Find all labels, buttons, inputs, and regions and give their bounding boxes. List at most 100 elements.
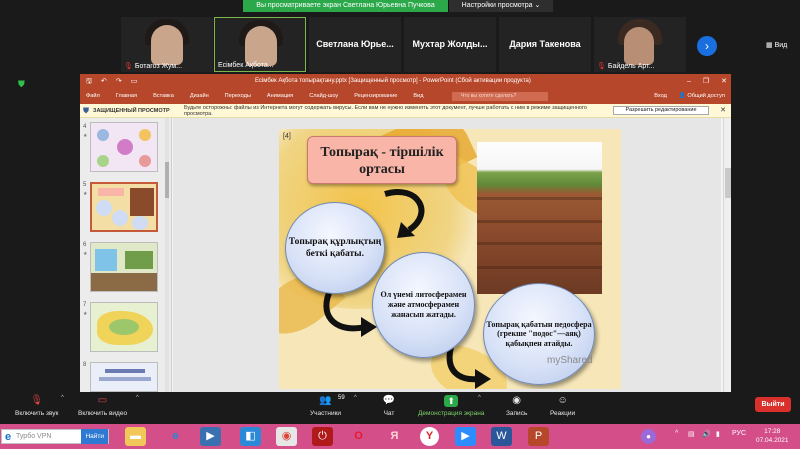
unmute-button[interactable]: 🎙 Включить звук ^ [15, 395, 64, 417]
save-icon[interactable]: 🖫 [86, 74, 92, 89]
participant-strip: 🎙 Ботагоз Жум... Есімбек Ақбота... Светла… [0, 17, 800, 73]
thumb-shape [125, 251, 153, 269]
desktop-app-icon[interactable]: ◧ [240, 427, 261, 446]
thumb-shape [117, 139, 133, 155]
share-screen-button[interactable]: ⬆ Демонстрация экрана ^ [418, 395, 484, 417]
zoom-icon[interactable]: ▶ [455, 427, 476, 446]
word-icon[interactable]: W [491, 427, 512, 446]
thumb-shape [97, 129, 109, 141]
media-player-icon[interactable]: ▶ [200, 427, 221, 446]
slide-thumb[interactable] [90, 302, 158, 352]
minimize-icon[interactable]: – [687, 74, 691, 89]
slide-thumb-selected[interactable] [90, 182, 158, 232]
slide-thumb[interactable] [90, 122, 158, 172]
scrollbar-thumb[interactable] [165, 162, 169, 198]
tab-file[interactable]: Файл [86, 89, 100, 104]
chevron-up-icon[interactable]: ^ [136, 395, 139, 401]
thumb-shape [91, 273, 157, 291]
slide-thumb[interactable] [90, 362, 158, 392]
participant-tile[interactable]: Мухтар Жолды... [404, 17, 496, 72]
thumb-shape [139, 129, 151, 141]
reactions-button[interactable]: ☺ Реакции [550, 395, 575, 417]
vpn-search-input[interactable]: Турбо VPN [14, 433, 81, 440]
participant-tile[interactable]: Дария Такенова [499, 17, 591, 72]
thumb-shape [109, 319, 139, 335]
leave-meeting-button[interactable]: Выйти [755, 397, 791, 412]
security-shield-icon[interactable]: ⛊ [18, 80, 27, 89]
curved-arrow-icon [323, 291, 377, 337]
clock[interactable]: 17:28 07.04.2021 [756, 427, 789, 445]
star-icon: ★ [83, 311, 88, 317]
undo-icon[interactable]: ↶ [101, 74, 107, 89]
next-page-arrow-icon[interactable]: › [697, 36, 717, 56]
slide-thumbnails: 4 ★ 5 ★ 6 ★ 7 ★ 8 [80, 118, 172, 392]
thumb-number: 6 [83, 242, 87, 248]
view-button[interactable]: ▦ Вид [766, 41, 787, 49]
enable-editing-button[interactable]: Разрешить редактирование [613, 106, 709, 115]
volume-icon[interactable]: 🔊 [702, 430, 711, 438]
slide[interactable]: [4] Топырақ - тіршілік ортасы Топырақ құ… [279, 129, 621, 389]
record-button[interactable]: ◉ Запись [506, 395, 527, 417]
redo-icon[interactable]: ↷ [116, 74, 122, 89]
participant-tile[interactable]: Светлана Юрье... [309, 17, 401, 72]
chevron-up-icon[interactable]: ^ [354, 395, 357, 401]
participant-tile[interactable]: Есімбек Ақбота... [214, 17, 306, 72]
share-banner: Вы просматриваете экран Светлана Юрьевна… [243, 0, 553, 12]
tab-view[interactable]: Вид [413, 89, 423, 104]
slide-canvas: [4] Топырақ - тіршілік ортасы Топырақ құ… [173, 118, 721, 392]
participants-button[interactable]: 👥 Участники 59 ^ [310, 395, 357, 417]
battery-icon[interactable]: ▮ [716, 430, 720, 438]
power-icon[interactable]: ⏻ [312, 427, 333, 446]
internet-explorer-icon[interactable]: e [165, 427, 186, 446]
thumb-shape [139, 155, 151, 167]
thumbnails-scrollbar[interactable] [165, 118, 169, 392]
soil-cliff-photo [477, 142, 602, 294]
slideshow-icon[interactable]: ▭ [131, 74, 138, 89]
tab-animation[interactable]: Анимация [267, 89, 293, 104]
protected-view-message: Будьте осторожны: файлы из Интернета мог… [184, 105, 587, 117]
turbo-vpn-search[interactable]: e Турбо VPN Найти [1, 429, 109, 444]
participant-face [624, 27, 654, 65]
chevron-up-icon[interactable]: ^ [61, 395, 64, 401]
language-indicator[interactable]: РУС [732, 430, 746, 437]
file-explorer-icon[interactable]: ▬ [125, 427, 146, 446]
tab-slideshow[interactable]: Слайд-шоу [309, 89, 338, 104]
network-icon[interactable]: ▤ [688, 430, 695, 438]
chrome-icon[interactable]: ◉ [276, 427, 297, 446]
yandex-browser-icon[interactable]: Y [420, 427, 439, 446]
tab-transitions[interactable]: Переходы [225, 89, 251, 104]
tab-home[interactable]: Главная [116, 89, 137, 104]
assistant-icon[interactable]: ● [641, 429, 656, 444]
chevron-up-icon[interactable]: ^ [478, 395, 481, 401]
sign-in-link[interactable]: Вход [654, 89, 667, 104]
participant-face [245, 26, 277, 66]
yandex-icon[interactable]: Я [384, 427, 405, 446]
vpn-find-button[interactable]: Найти [81, 429, 108, 444]
thumb-shape [99, 377, 151, 381]
tab-insert[interactable]: Вставка [153, 89, 174, 104]
close-icon[interactable]: ✕ [721, 74, 727, 89]
tab-review[interactable]: Рецензирование [354, 89, 397, 104]
opera-icon[interactable]: O [348, 427, 369, 446]
thumb-shape [130, 188, 154, 216]
share-button[interactable]: 👤 Общий доступ [679, 89, 725, 104]
participant-tile[interactable]: 🎙 Байдель Арт... [594, 17, 686, 72]
view-options-button[interactable]: Настройки просмотра ⌄ [448, 0, 553, 12]
soil-layer [477, 242, 602, 245]
close-icon[interactable]: ✕ [720, 106, 726, 115]
slide-thumb[interactable] [90, 242, 158, 292]
scrollbar-thumb[interactable] [725, 168, 731, 198]
tell-me-input[interactable]: Что вы хотите сделать? [452, 92, 548, 101]
tray-chevron-icon[interactable]: ^ [675, 430, 678, 437]
start-video-button[interactable]: ▭ Включить видео ^ [78, 395, 139, 417]
tab-design[interactable]: Дизайн [190, 89, 209, 104]
chat-button[interactable]: 💬 Чат [382, 395, 396, 417]
participant-tile[interactable]: 🎙 Ботагоз Жум... [121, 17, 213, 72]
slide-scrollbar[interactable] [723, 118, 731, 392]
powerpoint-window: 🖫 ↶ ↷ ▭ Есімбек Ақбота топырақтану.pptx … [80, 74, 731, 392]
ribbon-tabs: Файл Главная Вставка Дизайн Переходы Ани… [80, 89, 731, 104]
maximize-icon[interactable]: ❐ [703, 74, 709, 89]
powerpoint-icon[interactable]: P [528, 427, 549, 446]
smiley-plus-icon: ☺ [557, 395, 568, 406]
people-icon: 👥 [319, 395, 332, 406]
